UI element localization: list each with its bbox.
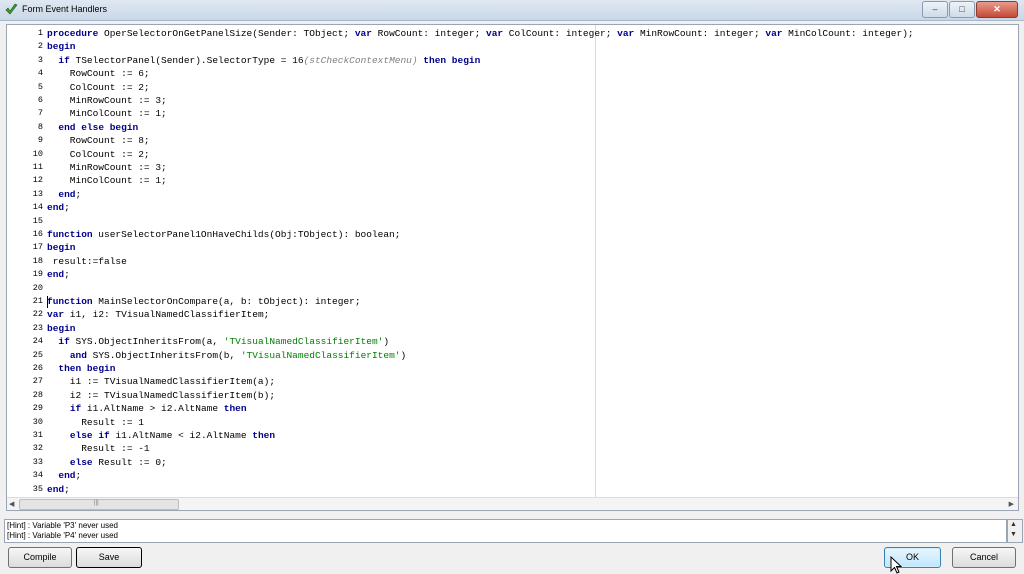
line-number: 9 [37,135,43,146]
code-line: and SYS.ObjectInheritsFrom(b, 'TVisualNa… [69,349,407,361]
line-number: 34 [32,470,43,481]
mouse-pointer-icon [890,556,902,574]
line-number: 17 [32,242,43,253]
line-number: 24 [32,336,43,347]
code-line: begin [47,242,76,254]
code-line: end; [58,470,82,482]
code-line: Result := 1 [47,416,144,428]
line-number: 23 [32,322,43,333]
line-number: 6 [37,95,43,105]
line-number: 12 [32,175,43,186]
code-line: MinColCount := 1; [47,108,167,120]
line-number: 15 [32,215,43,226]
scrollbar-grip: ||| [94,500,99,506]
line-number: 21 [32,296,43,306]
code-line: if TSelectorPanel(Sender).SelectorType =… [58,54,481,66]
code-line: ColCount := 2; [47,148,150,160]
line-number: 10 [32,148,43,159]
line-number: 7 [37,108,43,119]
code-line: Result := -1 [47,443,150,455]
scroll-down-icon[interactable]: ▼ [1010,531,1017,538]
app-icon [5,3,18,15]
horizontal-scrollbar[interactable]: ◀ ||| ▶ [7,497,1018,510]
code-text-area[interactable]: procedure OperSelectorOnGetPanelSize(Sen… [47,25,1017,497]
code-line: MinColCount := 1; [47,175,167,187]
line-number: 18 [32,255,43,266]
line-number: 16 [32,229,43,239]
code-line: begin [47,41,76,53]
code-line: RowCount := 8; [47,135,150,147]
code-line: end; [58,188,82,200]
line-number: 26 [32,363,43,373]
code-line: begin [47,322,76,334]
line-number: 25 [32,349,43,360]
scrollbar-thumb[interactable]: ||| [19,499,179,510]
hints-vertical-scrollbar[interactable]: ▲ ▼ [1007,519,1023,543]
scroll-right-icon[interactable]: ▶ [1009,500,1014,508]
line-number: 20 [32,282,43,293]
compile-button[interactable]: Compile [8,547,72,568]
line-number: 28 [32,389,43,400]
line-number: 30 [32,416,43,427]
cancel-button[interactable]: Cancel [952,547,1016,568]
code-line: then begin [58,363,116,374]
line-number: 8 [37,121,43,132]
right-margin-line [595,25,596,497]
code-line: result:=false [47,255,127,267]
window-title: Form Event Handlers [22,4,108,14]
code-line: end else begin [58,121,139,133]
scroll-left-icon[interactable]: ◀ [9,500,14,508]
line-number: 3 [37,54,43,65]
line-number: 14 [32,202,43,213]
code-line: else Result := 0; [69,456,167,468]
line-number: 13 [32,188,43,199]
line-number: 27 [32,376,43,387]
code-editor[interactable]: 1 2 3 4 5 6 7 8 9 10 11 12 13 14 15 16 17 18 19 20 21 22 23 24 2… [6,24,1019,511]
line-number: 33 [32,456,43,467]
code-line: MinRowCount := 3; [47,162,167,173]
line-number: 4 [37,68,43,79]
line-number: 31 [32,430,43,440]
minimize-button[interactable]: – [922,1,948,18]
code-line: function MainSelectorOnCompare(a, b: tOb… [47,296,361,307]
code-line: RowCount := 6; [47,68,150,80]
line-number: 35 [32,483,43,494]
title-bar: Form Event Handlers – □ ✕ [0,0,1024,21]
code-line: end; [47,269,70,281]
code-line: i2 := TVisualNamedClassifierItem(b); [47,389,276,401]
code-line: var i1, i2: TVisualNamedClassifierItem; [47,309,270,321]
text-caret [47,296,48,308]
code-line: end; [47,202,70,214]
code-line: function userSelectorPanel1OnHaveChilds(… [47,229,401,240]
line-number: 22 [32,309,43,320]
line-number: 1 [37,28,43,38]
line-number: 2 [37,41,43,52]
hints-panel[interactable]: [Hint] : Variable 'P3' never used [Hint]… [4,519,1007,543]
scroll-up-icon[interactable]: ▲ [1010,521,1017,528]
code-line: if i1.AltName > i2.AltName then [69,403,247,415]
line-number: 5 [37,81,43,92]
hint-message: [Hint] : Variable 'P4' never used [7,531,118,540]
code-line: i1 := TVisualNamedClassifierItem(a); [47,376,276,388]
maximize-button[interactable]: □ [949,1,975,18]
line-number: 32 [32,443,43,454]
line-number: 11 [32,162,43,172]
code-line: procedure OperSelectorOnGetPanelSize(Sen… [47,28,914,39]
code-line: end; [47,483,70,495]
close-button[interactable]: ✕ [976,1,1018,18]
code-line: MinRowCount := 3; [47,95,167,106]
save-button[interactable]: Save [76,547,142,568]
line-number-gutter: 1 2 3 4 5 6 7 8 9 10 11 12 13 14 15 16 17 18 19 20 21 22 23 24 2… [7,25,45,497]
line-number: 19 [32,269,43,280]
line-number: 29 [32,403,43,414]
code-line: else if i1.AltName < i2.AltName then [69,430,276,441]
code-line: if SYS.ObjectInheritsFrom(a, 'TVisualNam… [58,336,390,348]
code-line: ColCount := 2; [47,81,150,93]
